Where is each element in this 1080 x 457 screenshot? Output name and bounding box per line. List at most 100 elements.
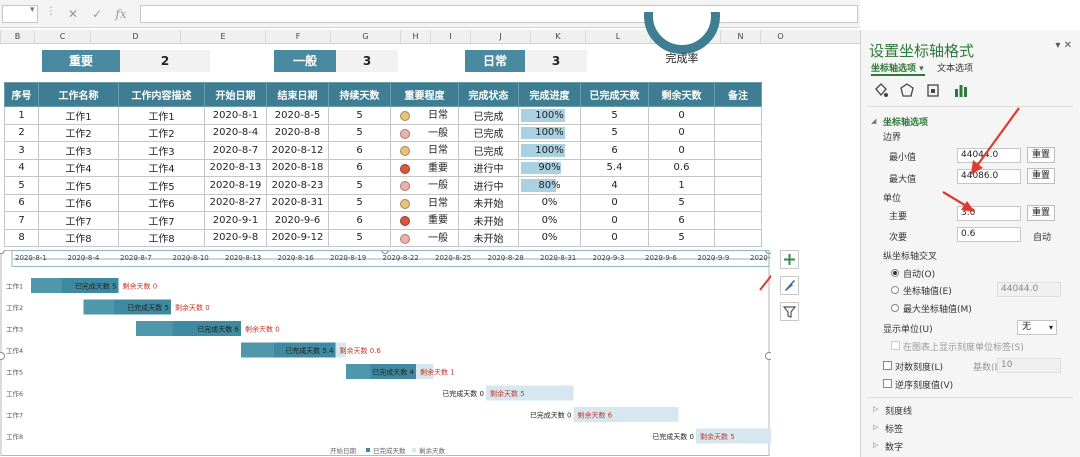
cell-name[interactable]: 工作8 [38,228,119,247]
labels-expand-icon[interactable]: ▷ [873,423,878,431]
section-tick-marks[interactable]: 刻度线 [885,404,912,417]
tick-marks-expand-icon[interactable]: ▷ [873,405,878,413]
reset-min-button[interactable]: 重置 [1027,147,1055,163]
cell-no[interactable]: 4 [4,158,39,177]
cell-desc[interactable]: 工作5 [118,176,205,195]
cell-status[interactable]: 进行中 [458,176,519,195]
cell-start[interactable]: 2020-8-1 [204,106,267,125]
cell-remain[interactable]: 5 [648,193,715,212]
cell-importance[interactable]: 一般 [390,228,459,247]
cell-importance[interactable]: 一般 [390,123,459,142]
reset-major-button[interactable]: 重置 [1027,205,1055,221]
cell-remain[interactable]: 0 [648,141,715,160]
cell-days[interactable]: 5 [328,193,391,212]
cell-progress[interactable]: 0% [518,228,581,247]
cell-note[interactable] [714,106,762,125]
completion-rate-chart[interactable]: 完成率 [644,12,720,82]
cell-name[interactable]: 工作2 [38,123,119,142]
column-letter[interactable]: E [180,30,265,44]
column-letter[interactable]: H [400,30,430,44]
minor-unit-input[interactable]: 0.6 [957,227,1021,242]
cell-name[interactable]: 工作3 [38,141,119,160]
cell-start[interactable]: 2020-8-13 [204,158,267,177]
cell-note[interactable] [714,211,762,230]
cell-end[interactable]: 2020-8-12 [266,141,329,160]
cell-note[interactable] [714,123,762,142]
cell-no[interactable]: 5 [4,176,39,195]
cell-days[interactable]: 6 [328,141,391,160]
cell-start[interactable]: 2020-8-27 [204,193,267,212]
cell-progress[interactable]: 80% [518,176,581,195]
number-expand-icon[interactable]: ▷ [873,441,878,449]
log-scale-checkbox[interactable] [883,361,892,370]
cell-done[interactable]: 4 [580,176,649,195]
formula-input[interactable] [140,5,858,23]
reset-max-button[interactable]: 重置 [1027,168,1055,184]
cell-start[interactable]: 2020-9-8 [204,228,267,247]
cell-no[interactable]: 2 [4,123,39,142]
minor-auto-label[interactable]: 自动 [1033,230,1051,243]
cell-progress[interactable]: 100% [518,141,581,160]
cell-start[interactable]: 2020-8-19 [204,176,267,195]
cell-done[interactable]: 0 [580,211,649,230]
cell-done[interactable]: 5.4 [580,158,649,177]
tab-axis-options[interactable]: 坐标轴选项 ▾ [871,61,924,74]
cell-remain[interactable]: 5 [648,228,715,247]
cell-progress[interactable]: 0% [518,211,581,230]
cell-progress[interactable]: 100% [518,106,581,125]
cell-no[interactable]: 8 [4,228,39,247]
log-scale-label[interactable]: 对数刻度(L) [895,360,943,373]
cell-no[interactable]: 3 [4,141,39,160]
cross-auto-radio[interactable] [891,269,899,277]
gantt-chart[interactable]: 2020-8-1 2020-8-4 2020-8-7 2020-8-10 2020-8-… [0,246,787,457]
tab-text-options[interactable]: 文本选项 [937,61,973,74]
column-letter[interactable]: G [330,30,400,44]
cell-progress[interactable]: 90% [518,158,581,177]
cell-days[interactable]: 5 [328,106,391,125]
cell-end[interactable]: 2020-8-23 [266,176,329,195]
cell-importance[interactable]: 日常 [390,141,459,160]
cell-desc[interactable]: 工作8 [118,228,205,247]
column-letter[interactable]: D [90,30,180,44]
column-letter[interactable]: B [0,30,34,44]
cell-note[interactable] [714,176,762,195]
cell-remain[interactable]: 0.6 [648,158,715,177]
cell-name[interactable]: 工作4 [38,158,119,177]
cell-start[interactable]: 2020-8-7 [204,141,267,160]
cell-remain[interactable]: 6 [648,211,715,230]
function-icon[interactable]: fx [112,5,130,23]
pane-close-controls[interactable]: ▾ ✕ [1055,40,1072,51]
cell-name[interactable]: 工作7 [38,211,119,230]
column-letter[interactable]: J [470,30,530,44]
cell-done[interactable]: 5 [580,106,649,125]
column-letter[interactable]: K [530,30,585,44]
cell-days[interactable]: 5 [328,228,391,247]
cell-status[interactable]: 进行中 [458,158,519,177]
effects-icon[interactable] [899,82,915,98]
column-letter[interactable]: L [585,30,650,44]
cell-start[interactable]: 2020-8-4 [204,123,267,142]
reverse-order-label[interactable]: 逆序刻度值(V) [895,378,953,391]
cell-desc[interactable]: 工作1 [118,106,205,125]
cell-done[interactable]: 0 [580,228,649,247]
column-letter[interactable]: O [760,30,800,44]
cell-desc[interactable]: 工作2 [118,123,205,142]
section-expanded-icon[interactable]: ◢ [871,117,876,125]
cell-desc[interactable]: 工作7 [118,211,205,230]
column-letter[interactable]: F [265,30,330,44]
cell-no[interactable]: 1 [4,106,39,125]
cell-importance[interactable]: 重要 [390,211,459,230]
cell-status[interactable]: 已完成 [458,106,519,125]
cell-status[interactable]: 未开始 [458,211,519,230]
cell-done[interactable]: 0 [580,193,649,212]
section-axis-options[interactable]: 坐标轴选项 [883,115,928,128]
cell-status[interactable]: 未开始 [458,193,519,212]
cell-desc[interactable]: 工作6 [118,193,205,212]
cell-days[interactable]: 5 [328,176,391,195]
cell-note[interactable] [714,141,762,160]
show-units-checkbox[interactable] [891,341,900,350]
fill-line-icon[interactable] [873,82,889,98]
cell-importance[interactable]: 日常 [390,106,459,125]
cell-no[interactable]: 7 [4,211,39,230]
cell-start[interactable]: 2020-9-1 [204,211,267,230]
